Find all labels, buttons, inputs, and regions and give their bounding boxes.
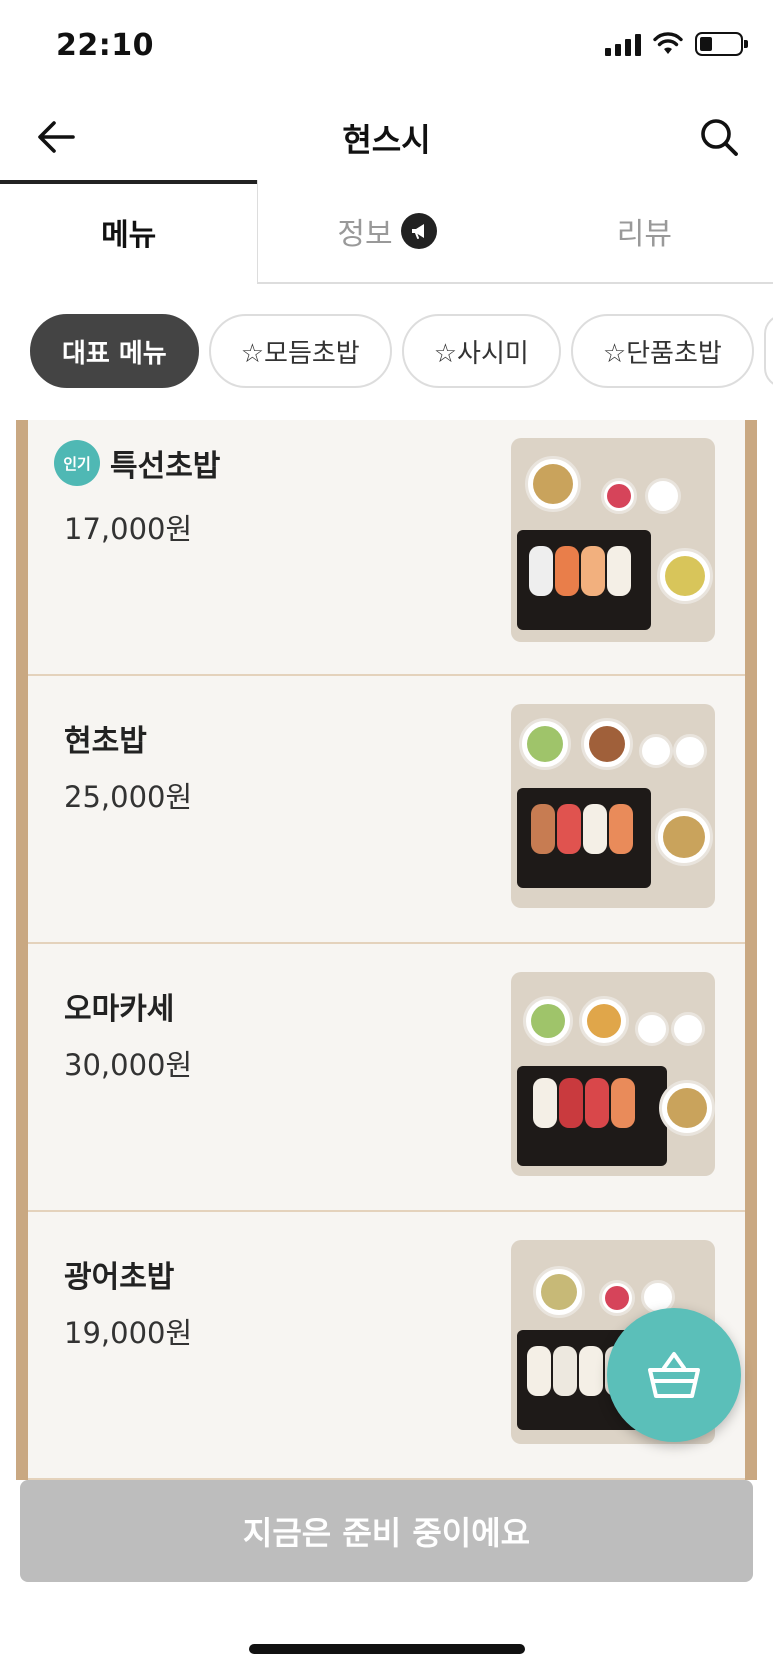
home-indicator	[249, 1644, 525, 1654]
search-button[interactable]	[695, 113, 743, 161]
cart-button[interactable]	[607, 1308, 741, 1442]
tab-label: 메뉴	[101, 218, 157, 253]
signal-bars-icon	[605, 32, 641, 56]
tab-review[interactable]: 리뷰	[515, 180, 773, 284]
chip-single-sushi[interactable]: ☆단품초밥	[570, 314, 754, 388]
app-header: 현스시	[0, 95, 773, 179]
item-name-row: 인기 특선초밥	[54, 440, 220, 486]
order-button[interactable]: 지금은 준비 중이에요	[20, 1480, 753, 1582]
menu-item[interactable]: 현초밥 25,000원	[28, 676, 745, 944]
tab-bar: 메뉴 정보 리뷰	[0, 180, 773, 284]
page-title: 현스시	[342, 121, 431, 159]
item-photo	[511, 972, 715, 1176]
tab-label: 정보	[337, 217, 393, 252]
item-name: 특선초밥	[110, 449, 221, 484]
chip-assorted-sushi[interactable]: ☆모듬초밥	[208, 314, 392, 388]
item-price: 30,000원	[64, 1048, 193, 1082]
tab-menu[interactable]: 메뉴	[0, 180, 259, 284]
status-time: 22:10	[56, 28, 154, 63]
chip-sashimi[interactable]: ☆사시미	[401, 314, 561, 388]
megaphone-icon	[400, 213, 437, 249]
item-price: 25,000원	[64, 780, 193, 814]
search-icon	[701, 119, 738, 156]
item-name: 현초밥	[64, 724, 147, 759]
item-name-row: 현초밥	[64, 716, 147, 760]
item-name-row: 광어초밥	[64, 1252, 174, 1296]
battery-icon	[695, 32, 748, 56]
wifi-icon	[653, 32, 683, 54]
item-price: 17,000원	[64, 512, 193, 546]
menu-item[interactable]: 인기 특선초밥 17,000원	[28, 420, 745, 676]
chip-more[interactable]	[763, 314, 773, 388]
status-icons	[605, 32, 748, 56]
tab-label: 리뷰	[616, 217, 672, 252]
item-name: 광어초밥	[64, 1260, 175, 1295]
item-name-row: 오마카세	[64, 984, 174, 1028]
chip-signature-menu[interactable]: 대표 메뉴	[30, 314, 199, 388]
category-chips: 대표 메뉴 ☆모듬초밥 ☆사시미 ☆단품초밥	[30, 314, 773, 390]
status-bar: 22:10	[0, 0, 773, 90]
shopping-basket-icon	[648, 1352, 700, 1398]
tab-info[interactable]: 정보	[258, 180, 516, 284]
popular-badge: 인기	[54, 440, 100, 486]
item-price: 19,000원	[64, 1316, 193, 1350]
item-photo	[511, 704, 715, 908]
item-photo	[511, 438, 715, 642]
menu-item[interactable]: 오마카세 30,000원	[28, 944, 745, 1212]
item-name: 오마카세	[64, 992, 175, 1027]
